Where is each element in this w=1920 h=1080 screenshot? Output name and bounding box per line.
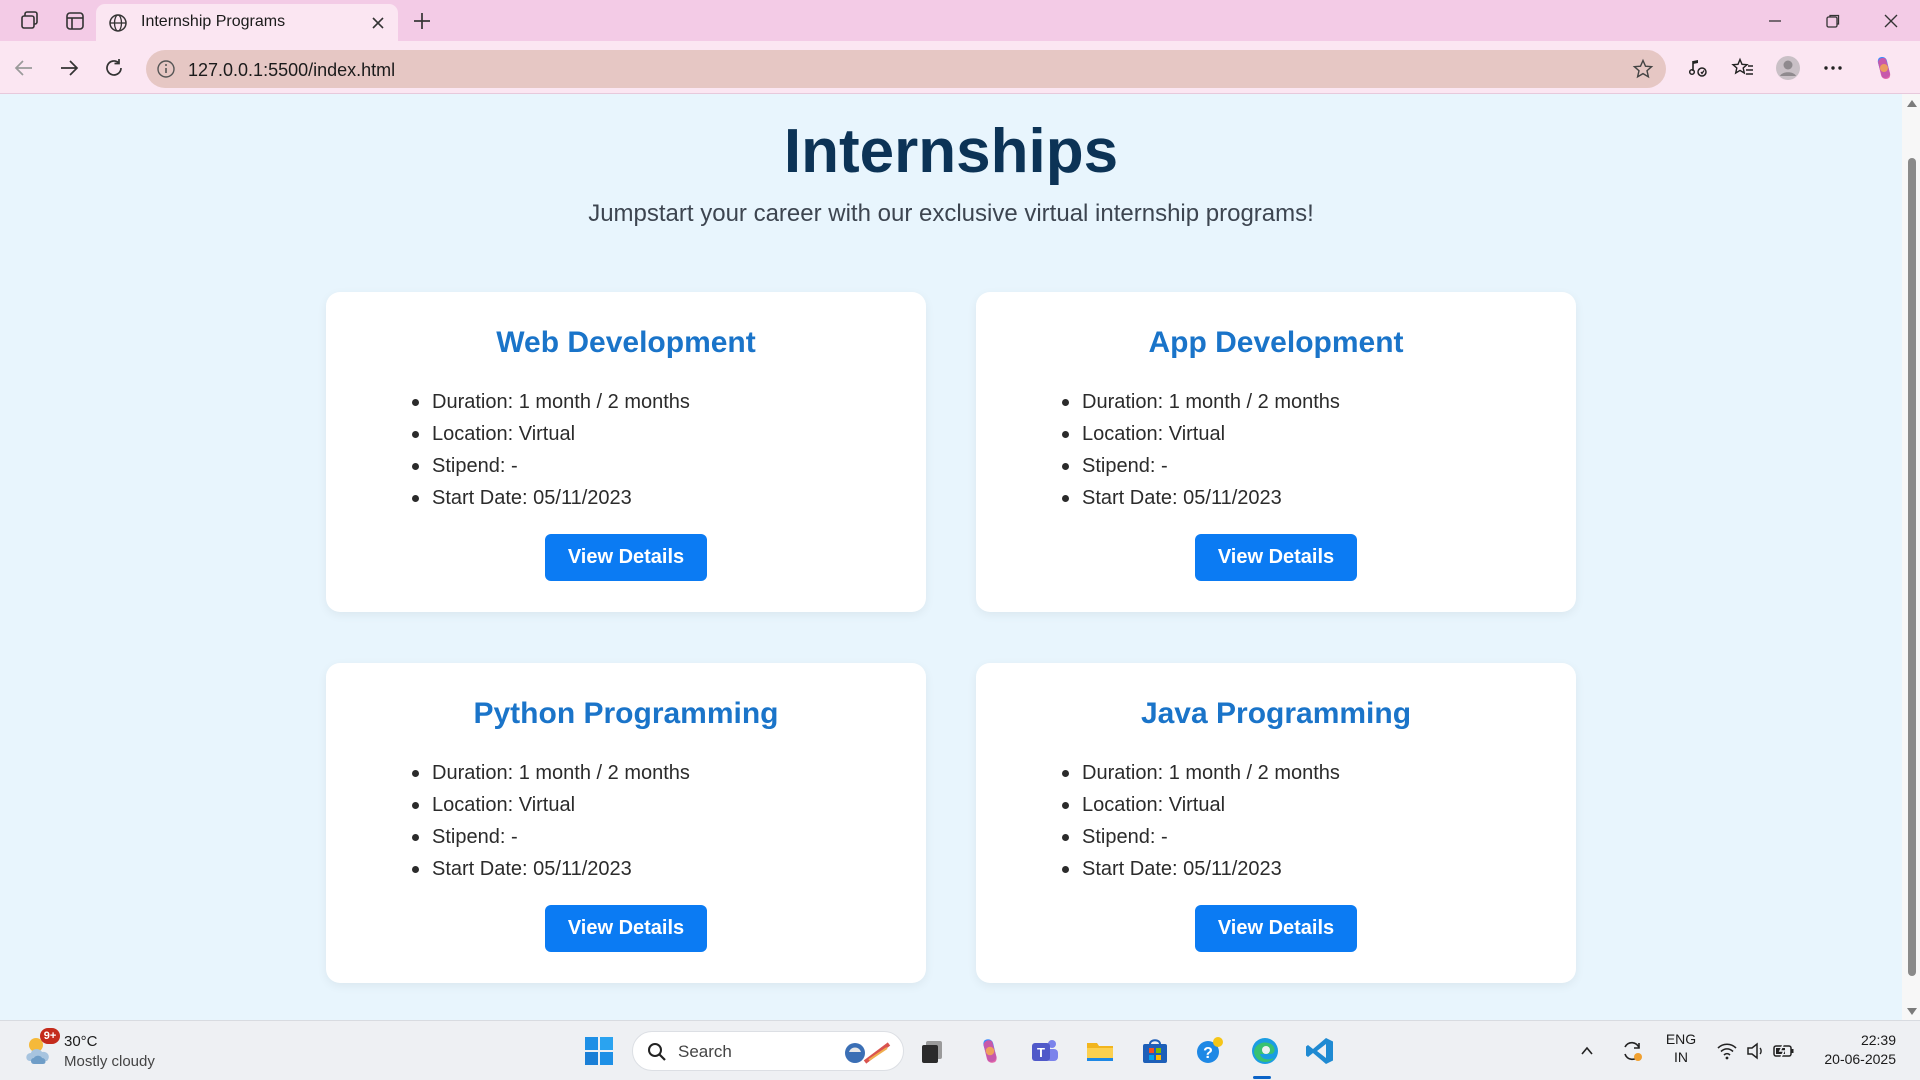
copilot-app-icon[interactable]: [972, 1033, 1008, 1069]
card-details-list: Duration: 1 month / 2 months Location: V…: [1062, 757, 1340, 885]
volume-icon[interactable]: [1742, 1033, 1768, 1069]
card-detail-start-date: Start Date: 05/11/2023: [1062, 482, 1340, 514]
workspaces-icon[interactable]: [17, 8, 43, 34]
globe-icon: [109, 14, 127, 32]
card-title: App Development: [1148, 326, 1404, 359]
window-close-icon[interactable]: [1876, 8, 1906, 34]
card-detail-start-date: Start Date: 05/11/2023: [412, 853, 690, 885]
internship-card-app-development: App Development Duration: 1 month / 2 mo…: [976, 292, 1576, 612]
close-icon[interactable]: [368, 13, 388, 33]
more-icon[interactable]: [1819, 54, 1847, 82]
file-explorer-icon[interactable]: [1082, 1033, 1118, 1069]
notification-badge: 9+: [40, 1028, 60, 1044]
battery-icon[interactable]: [1770, 1033, 1798, 1069]
card-details-list: Duration: 1 month / 2 months Location: V…: [1062, 386, 1340, 514]
edge-icon[interactable]: [1247, 1033, 1283, 1069]
tab-title: Internship Programs: [141, 13, 286, 30]
internship-card-web-development: Web Development Duration: 1 month / 2 mo…: [326, 292, 926, 612]
scroll-down-arrow-icon[interactable]: [1907, 1008, 1917, 1015]
card-detail-location: Location: Virtual: [1062, 789, 1340, 821]
card-detail-duration: Duration: 1 month / 2 months: [412, 757, 690, 789]
search-highlight-icon: [845, 1042, 891, 1064]
favorite-star-icon[interactable]: [1632, 58, 1654, 80]
card-detail-location: Location: Virtual: [1062, 418, 1340, 450]
card-detail-start-date: Start Date: 05/11/2023: [412, 482, 690, 514]
read-aloud-icon[interactable]: [1684, 54, 1712, 82]
copilot-icon[interactable]: [1870, 54, 1898, 82]
view-details-button[interactable]: View Details: [545, 534, 707, 581]
new-tab-icon[interactable]: [409, 8, 435, 34]
card-title: Java Programming: [1140, 697, 1412, 730]
system-clock[interactable]: 22:39 20-06-2025: [1824, 1031, 1896, 1069]
card-details-list: Duration: 1 month / 2 months Location: V…: [412, 386, 690, 514]
language-code: ENG: [1665, 1031, 1697, 1047]
task-view-icon[interactable]: [914, 1033, 950, 1069]
card-detail-duration: Duration: 1 month / 2 months: [412, 386, 690, 418]
teams-icon[interactable]: T: [1027, 1033, 1063, 1069]
view-details-button[interactable]: View Details: [1195, 534, 1357, 581]
clock-time: 22:39: [1860, 1032, 1896, 1048]
weather-temperature: 30°C: [64, 1033, 98, 1050]
minimize-icon[interactable]: [1760, 8, 1790, 34]
card-detail-start-date: Start Date: 05/11/2023: [1062, 853, 1340, 885]
browser-tab-bar: Internship Programs: [0, 0, 1920, 41]
page-viewport: Internships Jumpstart your career with o…: [0, 94, 1902, 1020]
profile-icon[interactable]: [1774, 54, 1802, 82]
card-detail-location: Location: Virtual: [412, 418, 690, 450]
card-detail-stipend: Stipend: -: [412, 821, 690, 853]
chevron-up-icon[interactable]: [1574, 1033, 1600, 1069]
card-detail-duration: Duration: 1 month / 2 months: [1062, 386, 1340, 418]
browser-toolbar: 127.0.0.1:5500/index.html: [0, 41, 1920, 94]
page-subtitle: Jumpstart your career with our exclusive…: [588, 200, 1314, 227]
address-bar[interactable]: 127.0.0.1:5500/index.html: [146, 50, 1666, 88]
svg-text:?: ?: [1203, 1045, 1213, 1062]
search-icon: [648, 1043, 666, 1061]
tab-actions-icon[interactable]: [62, 8, 88, 34]
view-details-button[interactable]: View Details: [1195, 905, 1357, 952]
taskbar-search-box[interactable]: Search: [632, 1031, 904, 1071]
page-title: Internships: [783, 117, 1119, 186]
weather-description: Mostly cloudy: [64, 1053, 155, 1070]
info-icon[interactable]: [156, 59, 176, 79]
wifi-icon[interactable]: [1713, 1033, 1741, 1069]
url-text: 127.0.0.1:5500/index.html: [188, 60, 396, 80]
scroll-up-arrow-icon[interactable]: [1907, 100, 1917, 107]
card-detail-duration: Duration: 1 month / 2 months: [1062, 757, 1340, 789]
vertical-scrollbar[interactable]: [1902, 94, 1920, 1020]
scrollbar-thumb[interactable]: [1908, 158, 1916, 976]
svg-text:T: T: [1037, 1045, 1045, 1060]
windows-taskbar: 9+ 30°C Mostly cloudy Search T ? ENG IN …: [0, 1020, 1920, 1080]
vscode-icon[interactable]: [1302, 1033, 1338, 1069]
tab-internship-programs[interactable]: Internship Programs: [96, 4, 398, 41]
view-details-button[interactable]: View Details: [545, 905, 707, 952]
language-indicator[interactable]: ENG IN: [1664, 1031, 1698, 1065]
card-title: Python Programming: [473, 697, 779, 730]
sync-icon[interactable]: [1617, 1033, 1647, 1069]
back-icon[interactable]: [10, 54, 38, 82]
card-detail-stipend: Stipend: -: [412, 450, 690, 482]
search-label: Search: [678, 1042, 732, 1061]
favorites-icon[interactable]: [1729, 54, 1757, 82]
card-details-list: Duration: 1 month / 2 months Location: V…: [412, 757, 690, 885]
refresh-icon[interactable]: [100, 54, 128, 82]
windows-start-icon[interactable]: [581, 1033, 617, 1069]
internship-card-python-programming: Python Programming Duration: 1 month / 2…: [326, 663, 926, 983]
card-detail-location: Location: Virtual: [412, 789, 690, 821]
internship-card-java-programming: Java Programming Duration: 1 month / 2 m…: [976, 663, 1576, 983]
store-icon[interactable]: [1137, 1033, 1173, 1069]
card-detail-stipend: Stipend: -: [1062, 450, 1340, 482]
card-detail-stipend: Stipend: -: [1062, 821, 1340, 853]
clock-date: 20-06-2025: [1824, 1051, 1896, 1067]
card-title: Web Development: [496, 326, 756, 359]
forward-icon[interactable]: [55, 54, 83, 82]
get-help-icon[interactable]: ?: [1192, 1033, 1228, 1069]
restore-icon[interactable]: [1818, 8, 1848, 34]
active-app-indicator: [1253, 1076, 1271, 1079]
region-code: IN: [1674, 1049, 1688, 1065]
